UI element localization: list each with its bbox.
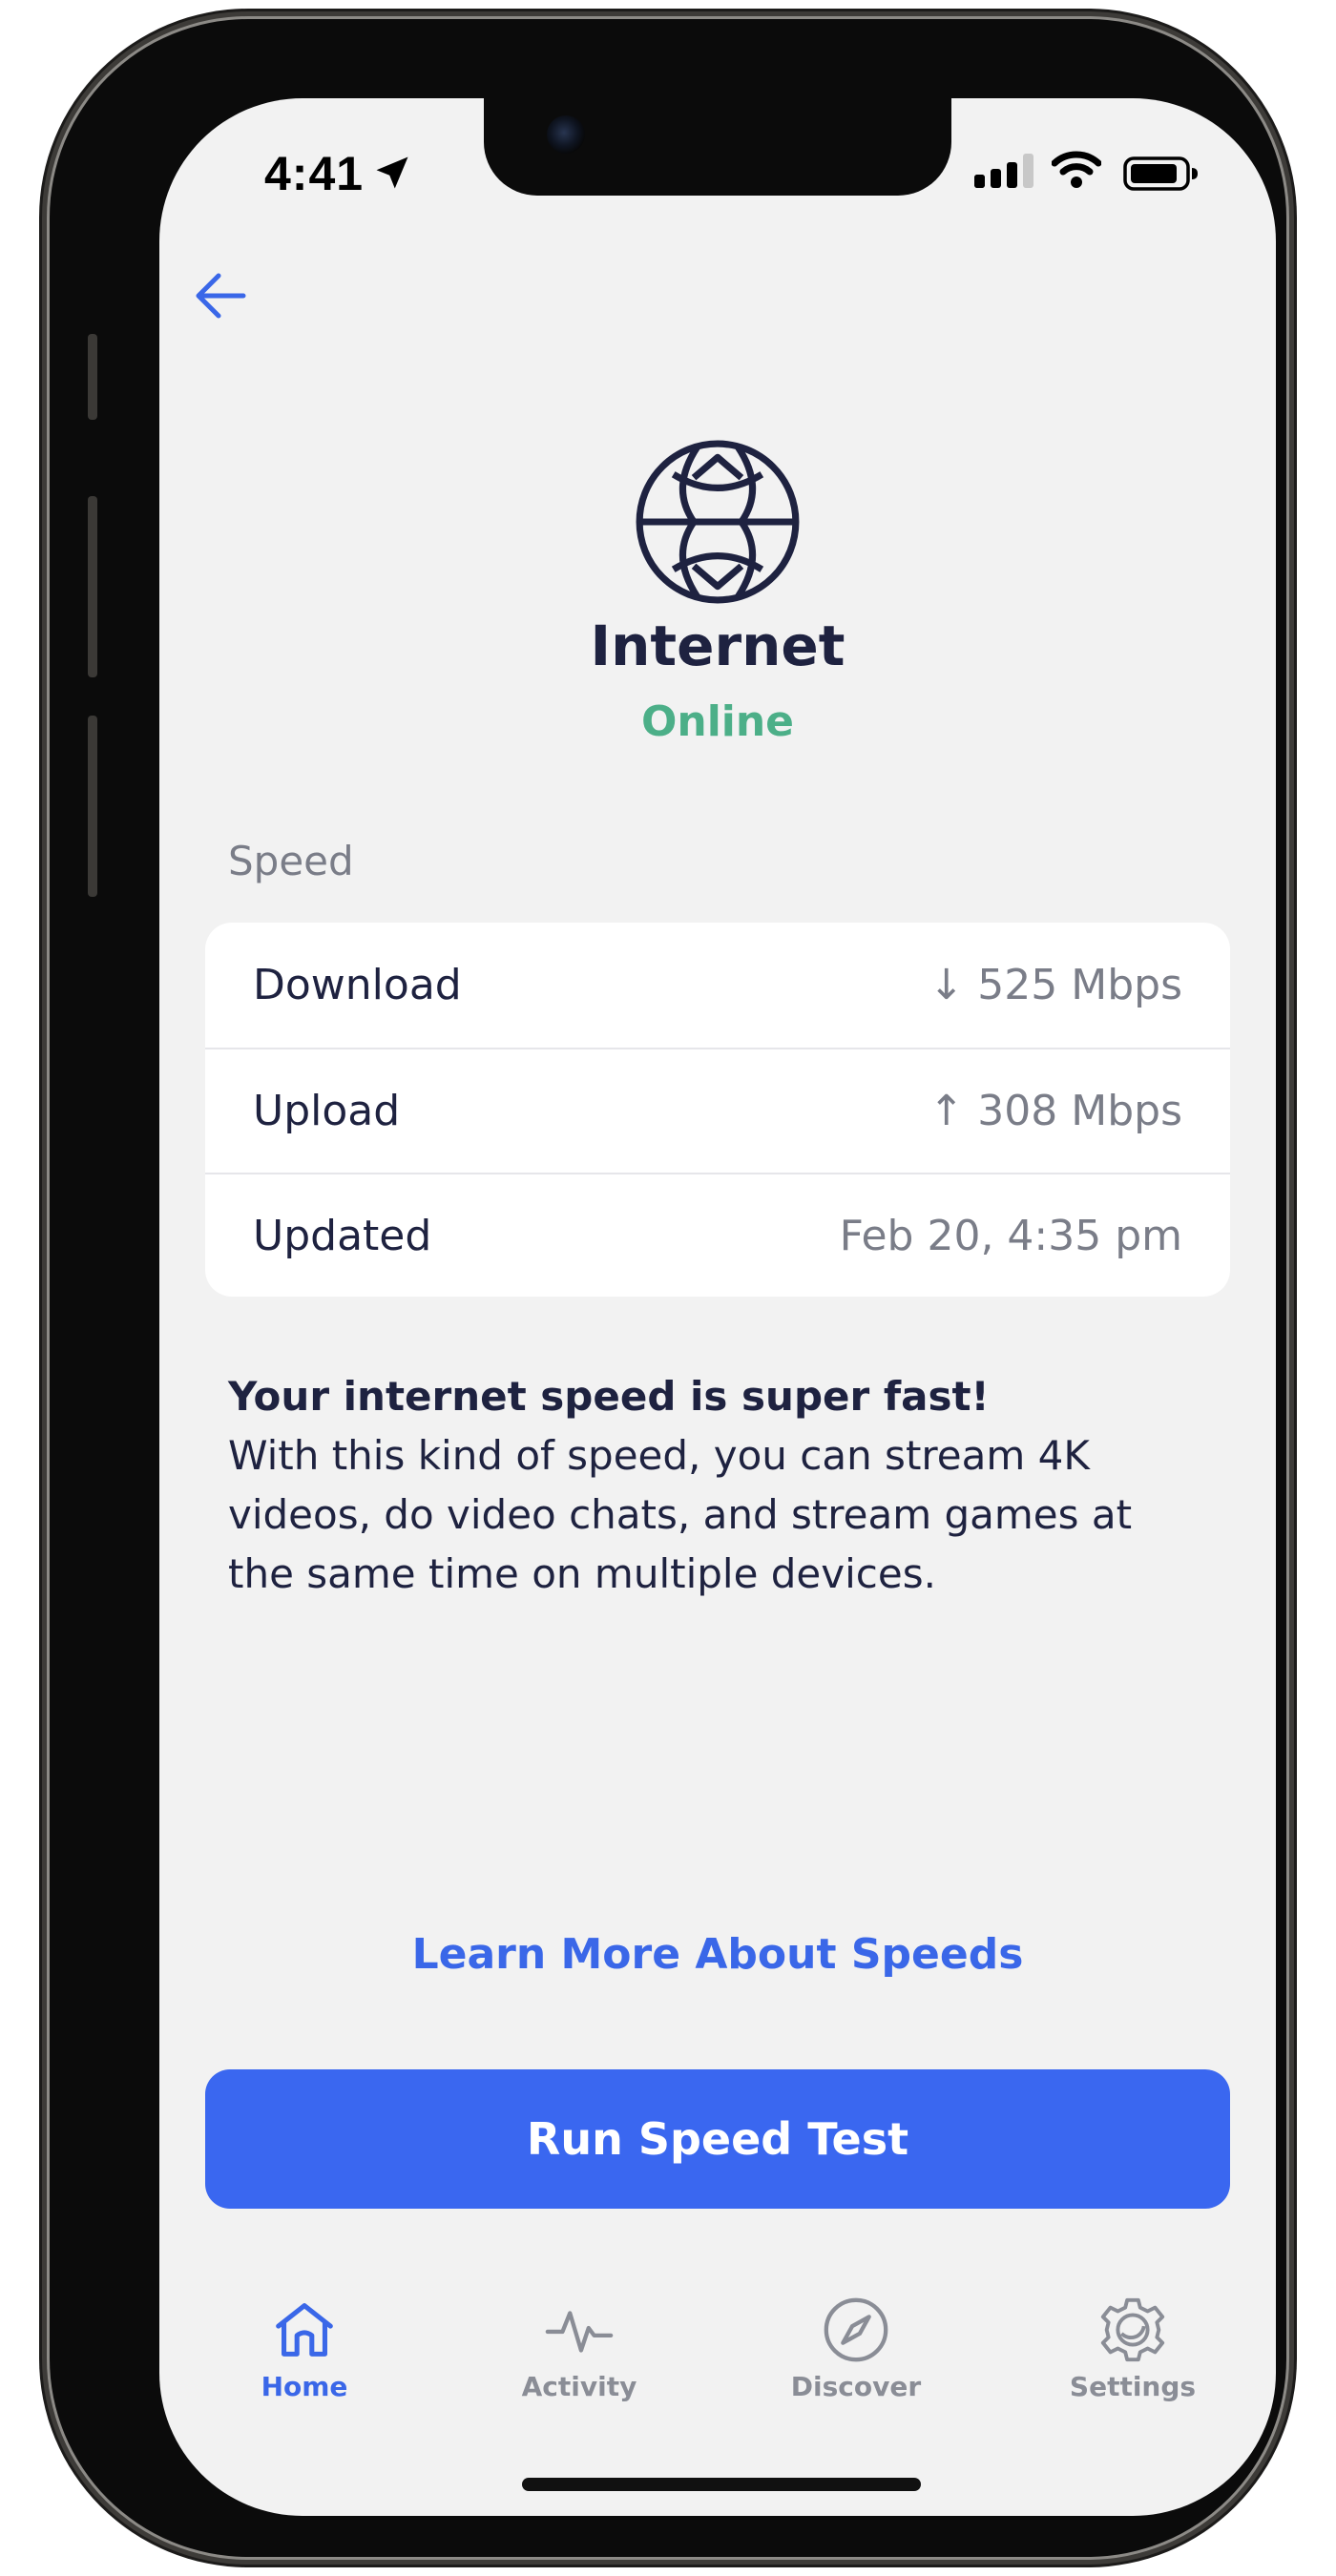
front-camera	[547, 115, 585, 154]
cellular-signal-icon	[974, 154, 1033, 188]
row-label: Upload	[253, 1087, 401, 1135]
battery-icon	[1123, 156, 1198, 191]
compass-icon	[824, 2297, 888, 2362]
description-heading: Your internet speed is super fast!	[228, 1373, 990, 1420]
tab-home[interactable]: Home	[209, 2293, 400, 2402]
home-icon	[276, 2303, 333, 2357]
volume-up-button	[88, 496, 97, 677]
row-value: ↓ 525 Mbps	[929, 961, 1182, 1009]
page-title: Internet	[590, 613, 845, 678]
status-time: 4:41	[264, 147, 365, 200]
row-label: Download	[253, 961, 462, 1009]
speed-description: Your internet speed is super fast! With …	[228, 1367, 1201, 1604]
tab-label: Home	[261, 2371, 348, 2402]
tab-label: Discover	[790, 2371, 922, 2402]
speed-card: Download ↓ 525 Mbps Upload ↑ 308 Mbps Up…	[205, 923, 1230, 1297]
wifi-icon	[1052, 151, 1101, 188]
gear-icon	[1100, 2297, 1165, 2362]
description-body: With this kind of speed, you can stream …	[228, 1432, 1133, 1597]
speed-row-updated: Updated Feb 20, 4:35 pm	[205, 1173, 1230, 1297]
speed-row-download: Download ↓ 525 Mbps	[205, 923, 1230, 1048]
tab-label: Settings	[1069, 2371, 1197, 2402]
location-arrow-icon	[376, 156, 408, 189]
tab-activity[interactable]: Activity	[484, 2293, 675, 2402]
tab-discover[interactable]: Discover	[761, 2293, 951, 2402]
row-value: Feb 20, 4:35 pm	[839, 1212, 1182, 1260]
tab-label: Activity	[521, 2371, 637, 2402]
globe-icon	[636, 440, 800, 604]
screen: 4:41 Internet Online Speed Download ↓ 52…	[159, 98, 1276, 2516]
connection-status: Online	[640, 697, 795, 746]
silent-switch	[88, 334, 97, 420]
phone-frame: 4:41 Internet Online Speed Download ↓ 52…	[50, 19, 1286, 2557]
tab-settings[interactable]: Settings	[1037, 2293, 1228, 2402]
arrow-left-icon[interactable]	[188, 262, 255, 329]
home-indicator[interactable]	[522, 2478, 921, 2491]
notch	[484, 98, 951, 196]
section-label-speed: Speed	[228, 838, 354, 884]
row-value: ↑ 308 Mbps	[929, 1087, 1182, 1135]
learn-more-link[interactable]: Learn More About Speeds	[159, 1930, 1276, 1979]
speed-row-upload: Upload ↑ 308 Mbps	[205, 1048, 1230, 1173]
run-speed-test-button[interactable]: Run Speed Test	[205, 2069, 1230, 2209]
row-label: Updated	[253, 1212, 432, 1260]
volume-down-button	[88, 716, 97, 897]
activity-pulse-icon	[545, 2311, 614, 2353]
